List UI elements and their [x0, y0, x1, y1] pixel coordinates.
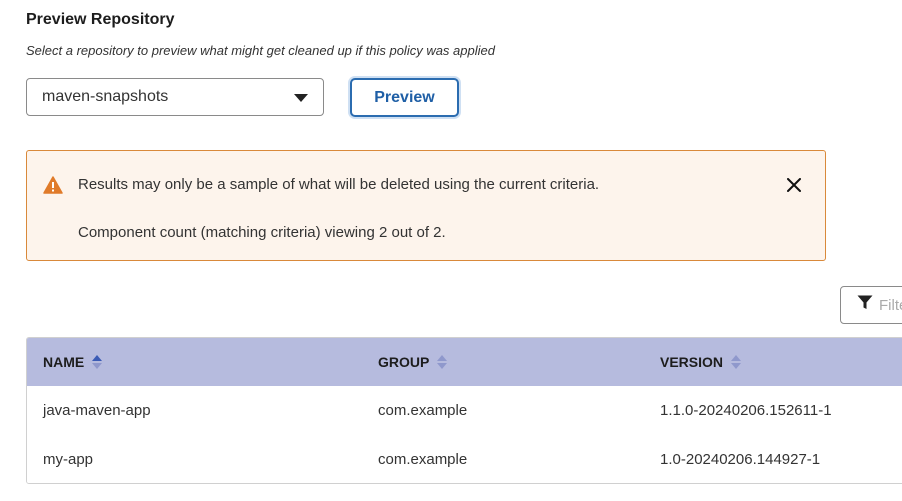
cell-version: 1.0-20240206.144927-1: [660, 451, 821, 468]
sort-icon[interactable]: [437, 355, 448, 369]
table-row[interactable]: java-maven-app com.example 1.1.0-2024020…: [27, 386, 902, 436]
repository-select[interactable]: maven-snapshots: [26, 78, 324, 116]
sort-ascending-icon[interactable]: [92, 355, 103, 369]
results-table: NAME GROUP VERSION java-maven-app com.ex…: [26, 337, 902, 484]
preview-button[interactable]: Preview: [350, 78, 459, 117]
warning-alert: Results may only be a sample of what wil…: [26, 150, 826, 261]
column-header-name[interactable]: NAME: [43, 338, 103, 386]
sort-icon[interactable]: [731, 355, 742, 369]
cell-version: 1.1.0-20240206.152611-1: [660, 402, 832, 419]
section-title: Preview Repository: [26, 11, 175, 28]
column-header-label: NAME: [43, 354, 85, 370]
repository-select-value: maven-snapshots: [42, 88, 169, 105]
warning-triangle-icon: [43, 176, 63, 194]
column-header-label: GROUP: [378, 354, 430, 370]
alert-message: Results may only be a sample of what wil…: [78, 176, 600, 193]
caret-down-icon: [294, 94, 308, 102]
cell-group: com.example: [378, 402, 468, 419]
table-header: NAME GROUP VERSION: [27, 338, 902, 386]
column-header-label: VERSION: [660, 354, 724, 370]
table-row[interactable]: my-app com.example 1.0-20240206.144927-1: [27, 435, 902, 483]
filter-input-box[interactable]: [840, 286, 902, 324]
close-icon[interactable]: [787, 178, 801, 192]
column-header-version[interactable]: VERSION: [660, 338, 742, 386]
filter-input[interactable]: [879, 296, 902, 314]
filter-funnel-icon: [857, 295, 873, 315]
cell-group: com.example: [378, 451, 468, 468]
alert-count-text: Component count (matching criteria) view…: [78, 224, 446, 241]
column-header-group[interactable]: GROUP: [378, 338, 448, 386]
cell-name: java-maven-app: [43, 402, 151, 419]
section-description: Select a repository to preview what migh…: [26, 43, 495, 58]
cell-name: my-app: [43, 451, 94, 468]
